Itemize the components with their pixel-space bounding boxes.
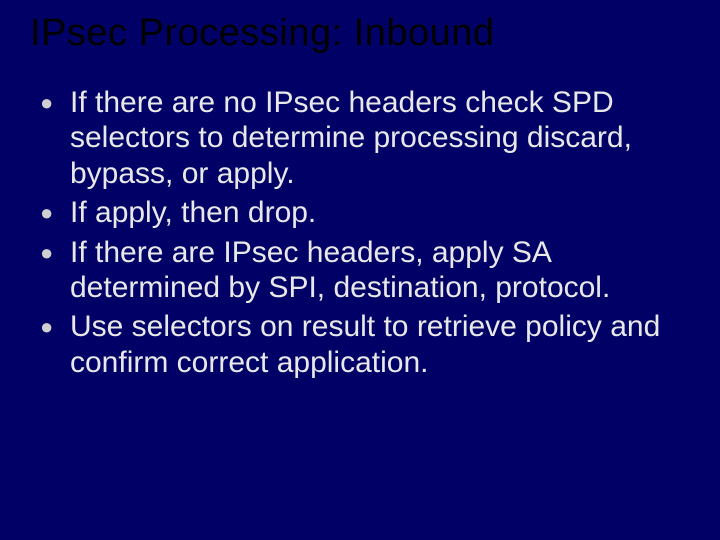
- bullet-text: Use selectors on result to retrieve poli…: [70, 310, 660, 378]
- bullet-icon: ●: [40, 200, 70, 226]
- slide: IPsec Processing: Inbound ●If there are …: [0, 0, 720, 540]
- list-item: ●If there are no IPsec headers check SPD…: [40, 85, 690, 191]
- list-item: ●If apply, then drop.: [40, 195, 690, 230]
- bullet-text: If there are no IPsec headers check SPD …: [70, 86, 632, 190]
- bullet-icon: ●: [40, 90, 70, 116]
- list-item: ●If there are IPsec headers, apply SA de…: [40, 235, 690, 306]
- bullet-text: If apply, then drop.: [70, 196, 316, 229]
- bullet-icon: ●: [40, 240, 70, 266]
- bullet-text: If there are IPsec headers, apply SA det…: [70, 236, 610, 304]
- bullet-list: ●If there are no IPsec headers check SPD…: [30, 85, 690, 380]
- list-item: ●Use selectors on result to retrieve pol…: [40, 309, 690, 380]
- bullet-icon: ●: [40, 314, 70, 340]
- slide-title: IPsec Processing: Inbound: [30, 12, 690, 55]
